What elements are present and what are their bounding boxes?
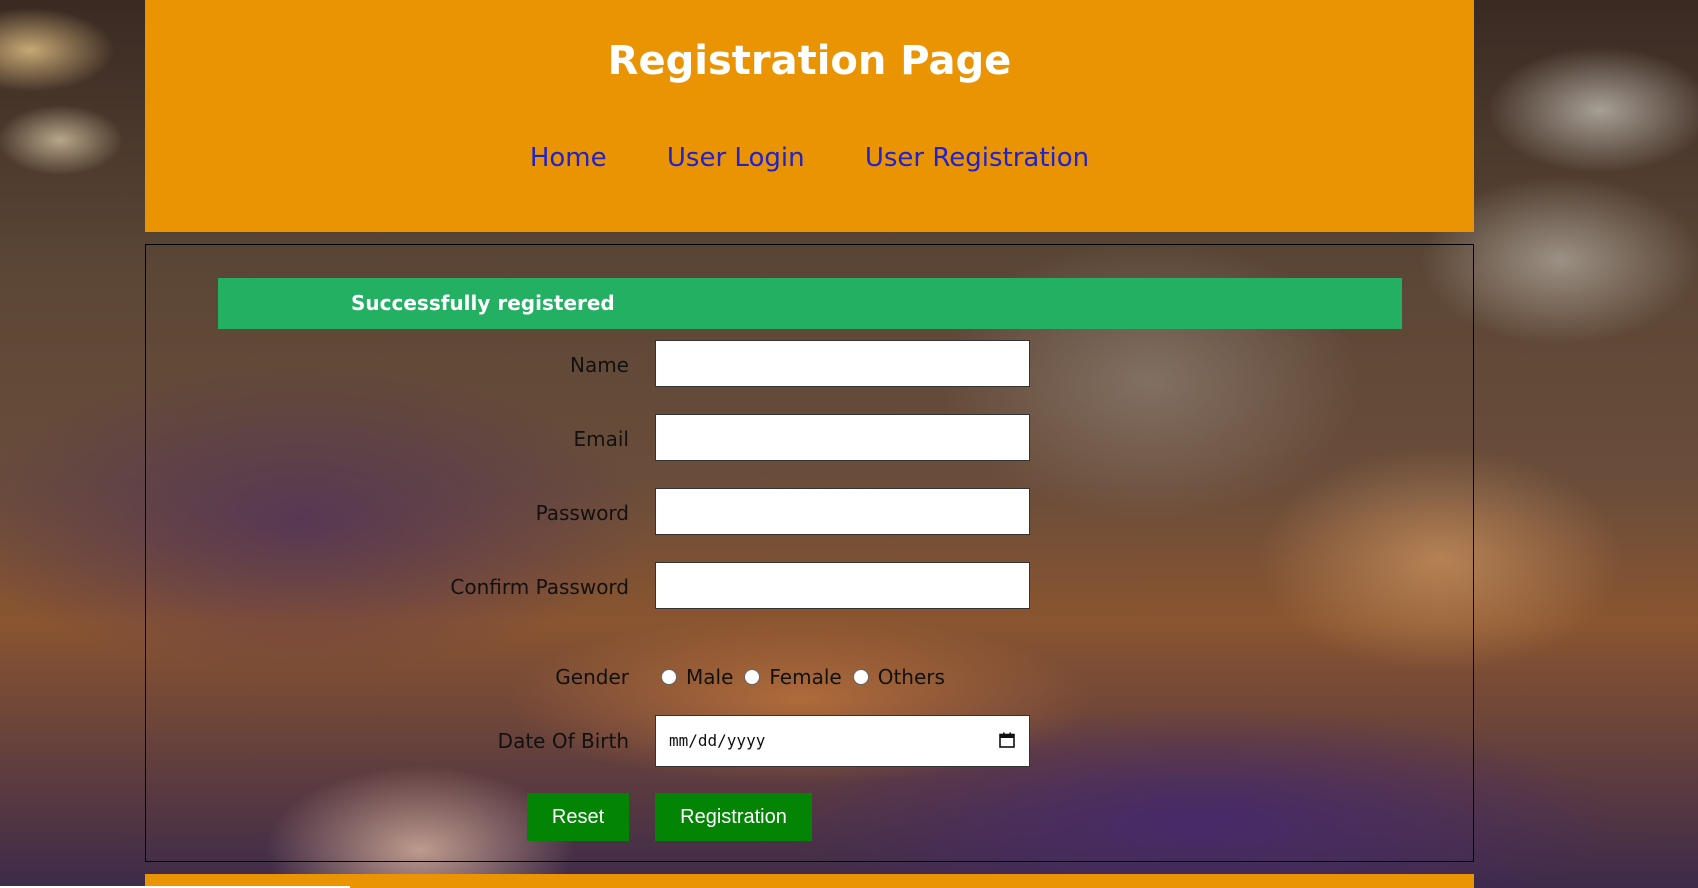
email-input[interactable] [655, 414, 1030, 461]
confirm-password-input[interactable] [655, 562, 1030, 609]
reset-button[interactable]: Reset [527, 793, 629, 841]
dob-input[interactable]: mm/dd/yyyy [655, 715, 1030, 767]
gender-radio-male[interactable] [661, 669, 677, 685]
gender-option-male: Male [686, 665, 734, 689]
gender-radio-others[interactable] [852, 669, 869, 685]
gender-radio-female[interactable] [744, 669, 761, 685]
password-label: Password [535, 501, 629, 525]
dob-label: Date Of Birth [497, 729, 629, 753]
confirm-password-label: Confirm Password [450, 575, 629, 599]
nav-link-user-registration[interactable]: User Registration [865, 143, 1089, 173]
gender-option-others: Others [877, 665, 945, 689]
calendar-icon[interactable] [999, 732, 1015, 748]
dob-placeholder: mm/dd/yyyy [669, 731, 766, 750]
success-alert: Successfully registered [218, 278, 1402, 329]
main-nav: Home User Login User Registration [145, 143, 1474, 173]
nav-link-home[interactable]: Home [530, 143, 607, 173]
gender-option-female: Female [769, 665, 842, 689]
password-input[interactable] [655, 488, 1030, 535]
name-label: Name [569, 353, 629, 377]
name-input[interactable] [655, 340, 1030, 387]
site-header: Registration Page Home User Login User R… [145, 0, 1474, 232]
gender-label: Gender [555, 665, 629, 689]
page-title: Registration Page [607, 38, 1012, 84]
gender-radio-group: Male Female Others [661, 665, 956, 689]
nav-link-user-login[interactable]: User Login [667, 143, 805, 173]
email-label: Email [573, 427, 630, 451]
registration-button[interactable]: Registration [655, 793, 812, 841]
registration-form: Successfully registered Name Email Passw… [145, 244, 1474, 862]
